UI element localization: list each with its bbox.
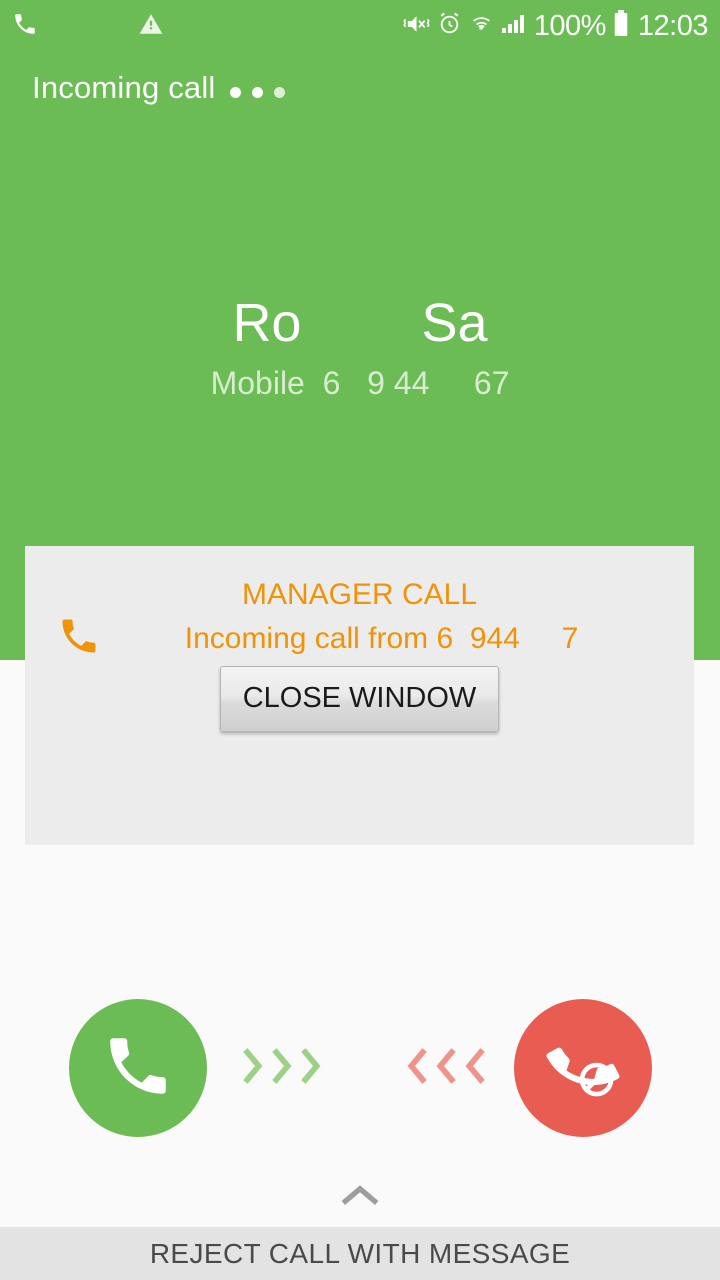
reject-call-button[interactable] [514,999,652,1137]
answer-phone-icon [101,1029,175,1108]
contact-info: Ro Sa Mobile 6 9 44 67 [0,295,720,402]
status-bar-notification-icons [38,11,403,42]
chevron-right-icon-1 [243,1048,263,1084]
wifi-icon [469,11,494,41]
chevron-up-icon [341,1185,379,1206]
swipe-right-hint-icons [240,1043,324,1089]
dot-1 [229,87,241,98]
contact-name: Ro Sa [232,293,488,353]
warning-triangle-icon [138,11,164,42]
incoming-call-screen: 100% 12:03 Incoming call Ro Sa Mobile 6 … [0,0,720,1280]
reject-phone-icon [546,1029,620,1108]
close-window-button[interactable]: CLOSE WINDOW [219,666,500,732]
chevron-left-icon-2 [436,1048,456,1084]
contact-number: Mobile 6 9 44 67 [210,364,510,401]
battery-full-icon [613,10,629,42]
reject-call-with-message-label: REJECT CALL WITH MESSAGE [149,1237,571,1269]
chevron-right-icon-2 [272,1048,292,1084]
status-bar: 100% 12:03 [0,0,720,52]
animated-dots-indicator [229,87,285,98]
call-state-label: Incoming call [32,70,285,106]
dialog-actions: CLOSE WINDOW [25,666,694,732]
chevron-left-icon-3 [465,1048,485,1084]
dot-3 [273,87,285,98]
call-state-text: Incoming call [32,70,216,105]
phone-handset-icon [12,11,38,42]
dialog-message: Incoming call from 6 944 7 [184,622,579,655]
battery-percent-label: 100% [533,9,607,42]
chevron-left-icon-1 [407,1048,427,1084]
manager-call-overlay-dialog: MANAGER CALL Incoming call from 6 944 7 … [25,546,694,845]
signal-bars-icon [501,12,527,41]
dialog-header: MANAGER CALL Incoming call from 6 944 7 [25,546,694,654]
pull-up-handle[interactable] [0,1182,720,1213]
dialog-title: MANAGER CALL [241,578,478,611]
status-bar-clock: 12:03 [637,9,709,42]
reject-call-with-message-bar[interactable]: REJECT CALL WITH MESSAGE [0,1227,720,1280]
answer-call-button[interactable] [69,999,207,1137]
vibrate-mute-icon [403,12,430,41]
status-bar-left-icons [12,11,38,42]
dot-2 [251,87,263,98]
swipe-left-hint-icons [404,1043,488,1089]
alarm-clock-icon [437,11,462,41]
status-bar-right-icons: 100% 12:03 [403,9,709,42]
call-actions [0,999,720,1139]
chevron-right-icon-3 [301,1048,321,1084]
